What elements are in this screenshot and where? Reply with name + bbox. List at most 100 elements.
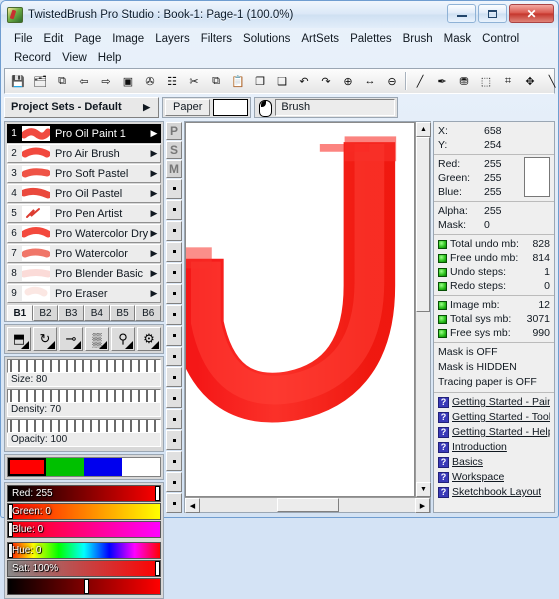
help-link[interactable]: ?Getting Started - Help: [438, 425, 550, 440]
drawing-canvas[interactable]: [185, 122, 415, 497]
brush-set-tab-b1[interactable]: B1: [7, 305, 33, 321]
chevron-right-icon[interactable]: ▶: [148, 188, 160, 199]
help-link[interactable]: ?Getting Started - Painti: [438, 395, 550, 410]
menu-item-record[interactable]: Record: [9, 49, 57, 68]
color-swatch-blue[interactable]: [84, 458, 122, 476]
brush-set-tab-b2[interactable]: B2: [33, 305, 59, 321]
spray-brush-icon[interactable]: ⚲: [111, 327, 135, 351]
vertical-scroll-thumb[interactable]: [416, 137, 430, 312]
menu-item-page[interactable]: Page: [69, 30, 107, 49]
layer-slot-10[interactable]: [166, 367, 182, 387]
chevron-right-icon[interactable]: ▶: [148, 248, 160, 259]
menu-item-solutions[interactable]: Solutions: [238, 30, 296, 49]
layer-slot-5[interactable]: [166, 263, 182, 283]
selection-tool-icon[interactable]: ⬚: [475, 70, 497, 92]
blue-slider[interactable]: Blue: 0: [7, 521, 161, 538]
red-slider-knob[interactable]: [155, 486, 160, 501]
red-slider[interactable]: Red: 255: [7, 485, 161, 502]
rotate-brush-icon[interactable]: ↻: [33, 327, 57, 351]
layer-slot-13[interactable]: [166, 430, 182, 450]
eyedropper-tool-icon[interactable]: ✒: [431, 70, 453, 92]
scroll-up-button[interactable]: ▲: [416, 122, 431, 137]
save-all-icon[interactable]: 🗂: [29, 70, 51, 92]
brush-shape-icon[interactable]: ⊸: [59, 327, 83, 351]
brush-list-item[interactable]: 6Pro Watercolor Dry▶: [7, 224, 161, 243]
horizontal-scroll-thumb[interactable]: [277, 498, 339, 512]
layer-slot-11[interactable]: [166, 388, 182, 408]
brush-set-tab-b4[interactable]: B4: [84, 305, 110, 321]
brush-list-item[interactable]: 1Pro Oil Paint 1▶: [7, 124, 161, 143]
val-slider-knob[interactable]: [84, 579, 89, 594]
density-slider[interactable]: [7, 389, 161, 403]
menu-item-palettes[interactable]: Palettes: [345, 30, 398, 49]
menu-item-help[interactable]: Help: [93, 49, 128, 68]
paper-tab[interactable]: P: [166, 122, 182, 140]
size-slider[interactable]: [7, 359, 161, 373]
chevron-right-icon[interactable]: ▶: [148, 208, 160, 219]
opacity-slider[interactable]: [7, 419, 161, 433]
chevron-right-icon[interactable]: ▶: [148, 148, 160, 159]
flip-brush-icon[interactable]: ⬒: [7, 327, 31, 351]
mask-tab[interactable]: M: [166, 160, 182, 178]
layer-slot-14[interactable]: [166, 451, 182, 471]
layer-slot-15[interactable]: [166, 472, 182, 492]
brush-list-item[interactable]: 8Pro Blender Basic▶: [7, 264, 161, 283]
menu-item-layers[interactable]: Layers: [150, 30, 196, 49]
brush-set-tab-b5[interactable]: B5: [110, 305, 136, 321]
brush-list-item[interactable]: 9Pro Eraser▶: [7, 284, 161, 303]
menu-item-view[interactable]: View: [57, 49, 93, 68]
paper-button[interactable]: Paper: [165, 99, 210, 116]
layer-slot-16[interactable]: [166, 493, 182, 513]
save-icon[interactable]: 💾: [7, 70, 29, 92]
menu-item-control[interactable]: Control: [477, 30, 525, 49]
vertical-scroll-track[interactable]: [416, 312, 430, 482]
close-button[interactable]: ✕: [509, 4, 554, 23]
brush-set-tab-b3[interactable]: B3: [58, 305, 84, 321]
help-link[interactable]: ?Workspace: [438, 470, 550, 485]
brush-list-item[interactable]: 7Pro Watercolor▶: [7, 244, 161, 263]
zoom-in-icon[interactable]: ⊕: [337, 70, 359, 92]
paste-layer-icon[interactable]: ❑: [271, 70, 293, 92]
brush-list-item[interactable]: 5Pro Pen Artist▶: [7, 204, 161, 223]
menu-item-brush[interactable]: Brush: [398, 30, 439, 49]
menu-item-edit[interactable]: Edit: [39, 30, 70, 49]
brush-set-tab-b6[interactable]: B6: [135, 305, 161, 321]
minimize-button[interactable]: [447, 4, 476, 23]
copy-layer-icon[interactable]: ❐: [249, 70, 271, 92]
paintbrush-tool-icon[interactable]: ╱: [409, 70, 431, 92]
chevron-right-icon[interactable]: ▶: [148, 288, 160, 299]
color-swatch-white[interactable]: [122, 458, 160, 476]
layer-slot-2[interactable]: [166, 200, 182, 220]
sat-slider-knob[interactable]: [155, 561, 160, 576]
zoom-out-icon[interactable]: ⊖: [381, 70, 403, 92]
layer-slot-4[interactable]: [166, 242, 182, 262]
menu-item-filters[interactable]: Filters: [196, 30, 238, 49]
paint-bucket-tool-icon[interactable]: ⛃: [453, 70, 475, 92]
help-link[interactable]: ?Basics: [438, 455, 550, 470]
crop-tool-icon[interactable]: ⌗: [497, 70, 519, 92]
layers-icon[interactable]: ☷: [161, 70, 183, 92]
project-sets-dropdown[interactable]: Project Sets - Default ▶: [4, 97, 159, 118]
canvas-horizontal-scrollbar[interactable]: ◀ ▶: [185, 497, 430, 512]
layer-slot-3[interactable]: [166, 221, 182, 241]
brush-list-item[interactable]: 4Pro Oil Pastel▶: [7, 184, 161, 203]
help-link[interactable]: ?Sketchbook Layout: [438, 485, 550, 500]
layer-slot-1[interactable]: [166, 179, 182, 199]
layer-slot-7[interactable]: [166, 305, 182, 325]
green-slider[interactable]: Green: 0: [7, 503, 161, 520]
canvas-vertical-scrollbar[interactable]: ▲ ▼: [415, 122, 430, 497]
val-slider[interactable]: [7, 578, 161, 595]
page-open-icon[interactable]: ▣: [117, 70, 139, 92]
paper-color-swatch[interactable]: [213, 99, 248, 116]
brush-settings-icon[interactable]: ⚙: [137, 327, 161, 351]
undo-icon[interactable]: ↶: [293, 70, 315, 92]
brush-list-item[interactable]: 3Pro Soft Pastel▶: [7, 164, 161, 183]
chevron-right-icon[interactable]: ▶: [148, 168, 160, 179]
scroll-down-button[interactable]: ▼: [416, 482, 431, 497]
copy-icon[interactable]: ⧉: [205, 70, 227, 92]
maximize-button[interactable]: [478, 4, 507, 23]
layer-slot-8[interactable]: [166, 326, 182, 346]
hue-slider[interactable]: Hue: 0: [7, 542, 161, 559]
menu-item-artsets[interactable]: ArtSets: [296, 30, 345, 49]
color-swatch-green[interactable]: [46, 458, 84, 476]
